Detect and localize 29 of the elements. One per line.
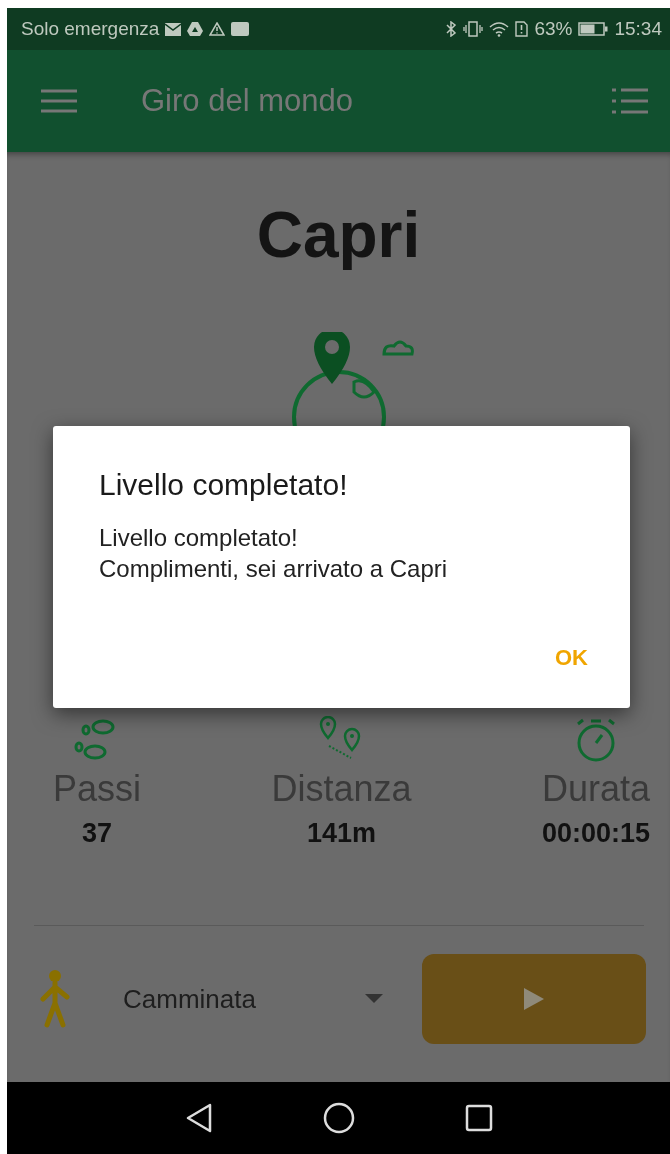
stat-value: 00:00:15 [541, 818, 650, 849]
battery-icon [578, 22, 609, 36]
dialog-title: Livello completato! [99, 468, 349, 502]
walking-person-icon [37, 969, 73, 1029]
wifi-icon [489, 21, 510, 37]
start-button[interactable] [422, 954, 646, 1044]
mail-icon [165, 22, 182, 36]
activity-dropdown[interactable]: Camminata [123, 983, 383, 1015]
stat-value: 141m [306, 818, 376, 849]
stat-value: 37 [82, 818, 113, 849]
app-title: Giro del mondo [141, 83, 354, 119]
warning-icon [209, 22, 226, 36]
battery-percent: 63% [534, 18, 573, 40]
carrier-text: Solo emergenza [21, 18, 160, 40]
sim-alert-icon [515, 21, 529, 37]
dialog-message: Livello completato! [99, 523, 299, 553]
drive-icon [187, 22, 204, 36]
vibrate-icon [463, 21, 484, 37]
bluetooth-icon [445, 21, 458, 37]
dialog-message: Complimenti, sei arrivato a Capri [99, 554, 449, 585]
recents-icon[interactable] [464, 1104, 493, 1132]
level-title: Capri [256, 198, 421, 272]
home-icon[interactable] [322, 1102, 355, 1134]
play-icon [524, 988, 544, 1010]
clock-time: 15:34 [614, 18, 662, 40]
ok-button[interactable]: OK [549, 644, 594, 672]
notification-icon [231, 22, 250, 36]
dropdown-caret-icon [365, 994, 383, 1004]
back-icon[interactable] [184, 1103, 213, 1133]
